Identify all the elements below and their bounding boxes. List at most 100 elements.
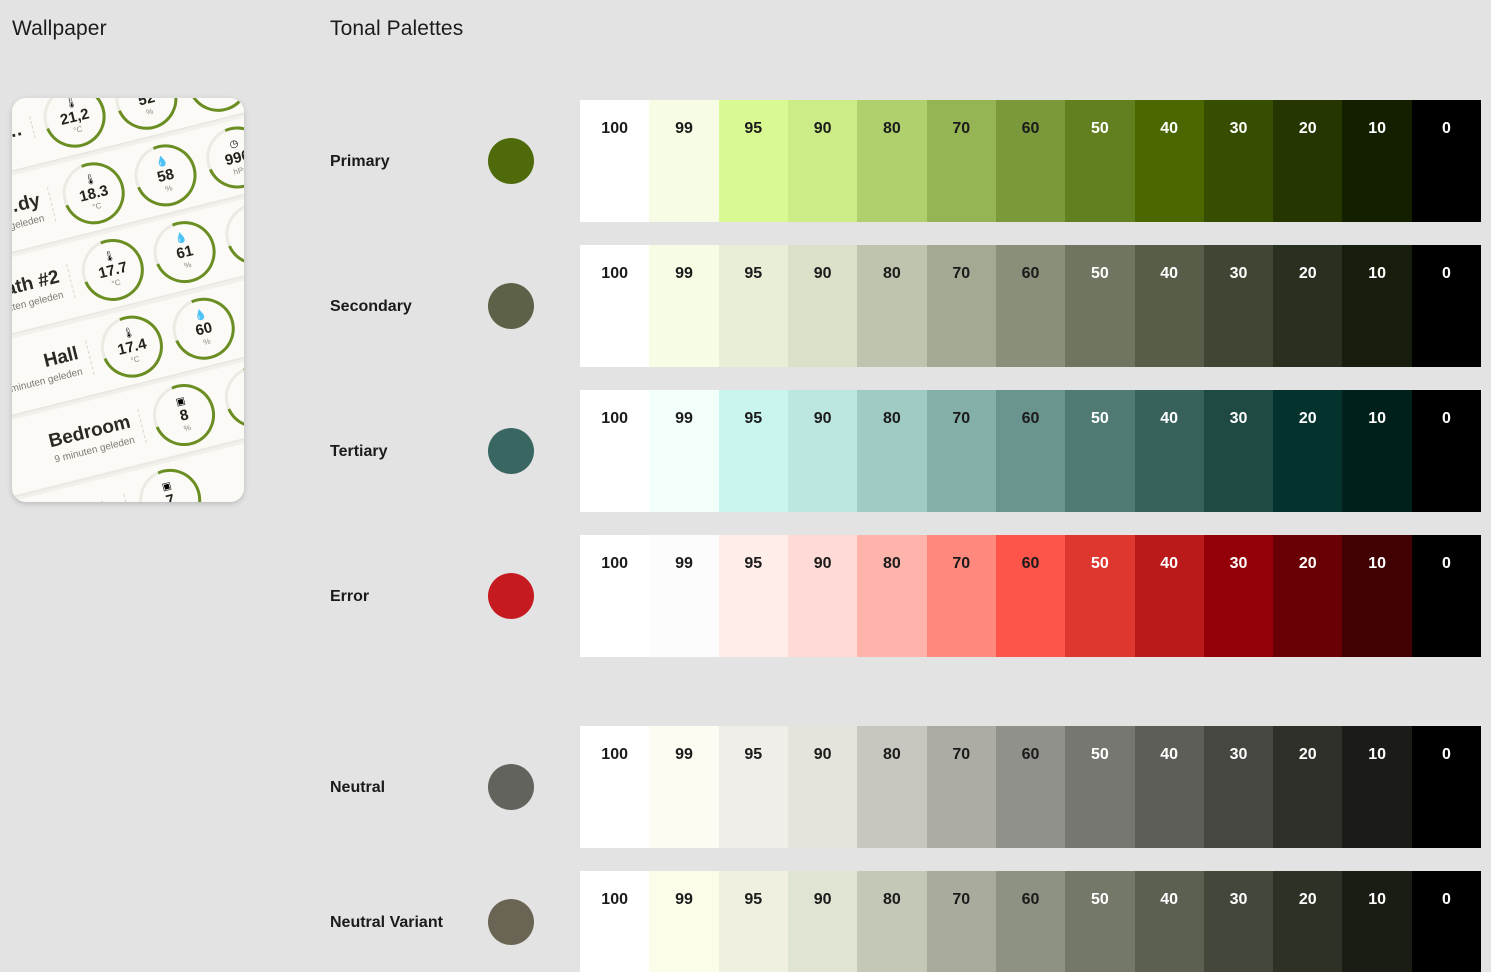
gauge-unit: °C (91, 200, 103, 212)
swatch-tone-100[interactable]: 100 (580, 535, 650, 657)
swatch-tone-100[interactable]: 100 (580, 871, 650, 972)
swatch-tone-10[interactable]: 10 (1342, 100, 1412, 222)
wallpaper-thumbnail[interactable]: ☻ 16AQI (12, 98, 244, 502)
swatch-tone-10[interactable]: 10 (1342, 726, 1412, 848)
swatch-tone-40[interactable]: 40 (1134, 100, 1204, 222)
swatch-tone-60[interactable]: 60 (995, 726, 1066, 848)
swatch-tone-60[interactable]: 60 (995, 100, 1066, 222)
swatch-tone-20[interactable]: 20 (1273, 535, 1343, 657)
swatch-tone-90[interactable]: 90 (787, 390, 858, 512)
swatch-tone-80[interactable]: 80 (857, 871, 927, 972)
swatch-tone-95[interactable]: 95 (718, 535, 788, 657)
swatch-tone-label: 90 (813, 555, 832, 572)
swatch-tone-90[interactable]: 90 (787, 535, 858, 657)
swatch-tone-0[interactable]: 0 (1411, 871, 1481, 972)
swatch-tone-80[interactable]: 80 (857, 390, 927, 512)
swatch-tone-95[interactable]: 95 (718, 726, 788, 848)
swatch-tone-20[interactable]: 20 (1273, 871, 1343, 972)
swatch-tone-10[interactable]: 10 (1342, 871, 1412, 972)
swatch-tone-40[interactable]: 40 (1134, 871, 1204, 972)
swatch-tone-50[interactable]: 50 (1065, 535, 1135, 657)
swatch-tone-30[interactable]: 30 (1203, 535, 1274, 657)
palette-key-color-dot[interactable] (488, 573, 534, 619)
swatch-tone-100[interactable]: 100 (580, 100, 650, 222)
swatch-tone-label: 30 (1229, 265, 1248, 282)
swatch-tone-30[interactable]: 30 (1203, 245, 1274, 367)
swatch-tone-99[interactable]: 99 (649, 390, 719, 512)
swatch-tone-99[interactable]: 99 (649, 100, 719, 222)
palette-key-color-dot[interactable] (488, 428, 534, 474)
swatch-tone-80[interactable]: 80 (857, 726, 927, 848)
swatch-tone-40[interactable]: 40 (1134, 390, 1204, 512)
swatch-tone-100[interactable]: 100 (580, 390, 650, 512)
swatch-tone-30[interactable]: 30 (1203, 871, 1274, 972)
swatch-tone-10[interactable]: 10 (1342, 245, 1412, 367)
swatch-tone-0[interactable]: 0 (1411, 245, 1481, 367)
palette-key-color-dot[interactable] (488, 764, 534, 810)
swatch-tone-label: 20 (1298, 746, 1317, 763)
swatch-tone-70[interactable]: 70 (926, 390, 996, 512)
swatch-tone-70[interactable]: 70 (926, 535, 996, 657)
swatch-tone-0[interactable]: 0 (1411, 535, 1481, 657)
swatch-tone-0[interactable]: 0 (1411, 726, 1481, 848)
swatch-tone-95[interactable]: 95 (718, 390, 788, 512)
palette-row-neutral-variant: Neutral Variant 100 99 95 90 80 70 60 50 40 30 20 10… (330, 871, 1481, 972)
swatch-tone-20[interactable]: 20 (1273, 726, 1343, 848)
swatch-tone-20[interactable]: 20 (1273, 245, 1343, 367)
swatch-tone-50[interactable]: 50 (1065, 726, 1135, 848)
swatch-tone-95[interactable]: 95 (718, 245, 788, 367)
swatch-tone-100[interactable]: 100 (580, 245, 650, 367)
swatch-tone-30[interactable]: 30 (1203, 100, 1274, 222)
swatch-tone-50[interactable]: 50 (1065, 100, 1135, 222)
swatch-tone-30[interactable]: 30 (1203, 726, 1274, 848)
swatch-tone-20[interactable]: 20 (1273, 390, 1343, 512)
swatch-tone-60[interactable]: 60 (995, 535, 1066, 657)
wallpaper-image-content: ☻ 16AQI (12, 98, 244, 502)
swatch-tone-80[interactable]: 80 (857, 535, 927, 657)
palette-label: Error (330, 588, 370, 605)
swatch-tone-label: 95 (744, 891, 763, 908)
swatch-tone-90[interactable]: 90 (787, 726, 858, 848)
swatch-tone-20[interactable]: 20 (1273, 100, 1343, 222)
swatch-tone-label: 100 (601, 410, 628, 427)
swatch-tone-80[interactable]: 80 (857, 100, 927, 222)
palette-swatch-strip: 100 99 95 90 80 70 60 50 40 30 20 10 0 (580, 726, 1481, 848)
swatch-tone-70[interactable]: 70 (926, 245, 996, 367)
swatch-tone-90[interactable]: 90 (787, 245, 858, 367)
swatch-tone-99[interactable]: 99 (649, 871, 719, 972)
swatch-tone-99[interactable]: 99 (649, 535, 719, 657)
swatch-tone-99[interactable]: 99 (649, 726, 719, 848)
swatch-tone-70[interactable]: 70 (926, 726, 996, 848)
swatch-tone-95[interactable]: 95 (718, 100, 788, 222)
swatch-tone-60[interactable]: 60 (995, 390, 1066, 512)
palette-key-color-dot[interactable] (488, 138, 534, 184)
swatch-tone-40[interactable]: 40 (1134, 245, 1204, 367)
swatch-tone-label: 80 (883, 120, 901, 137)
swatch-tone-10[interactable]: 10 (1342, 390, 1412, 512)
swatch-tone-50[interactable]: 50 (1065, 390, 1135, 512)
swatch-tone-10[interactable]: 10 (1342, 535, 1412, 657)
swatch-tone-70[interactable]: 70 (926, 871, 996, 972)
swatch-tone-label: 10 (1368, 265, 1386, 282)
swatch-tone-label: 30 (1229, 891, 1248, 908)
swatch-tone-30[interactable]: 30 (1203, 390, 1274, 512)
swatch-tone-70[interactable]: 70 (926, 100, 996, 222)
swatch-tone-100[interactable]: 100 (580, 726, 650, 848)
swatch-tone-60[interactable]: 60 (995, 245, 1066, 367)
swatch-tone-90[interactable]: 90 (787, 100, 858, 222)
swatch-tone-99[interactable]: 99 (649, 245, 719, 367)
swatch-tone-90[interactable]: 90 (787, 871, 858, 972)
swatch-tone-50[interactable]: 50 (1065, 245, 1135, 367)
palette-key-color-dot[interactable] (488, 898, 534, 945)
swatch-tone-0[interactable]: 0 (1411, 390, 1481, 512)
swatch-tone-40[interactable]: 40 (1134, 726, 1204, 848)
swatch-tone-95[interactable]: 95 (718, 871, 788, 972)
swatch-tone-60[interactable]: 60 (995, 871, 1066, 972)
swatch-tone-80[interactable]: 80 (857, 245, 927, 367)
swatch-tone-50[interactable]: 50 (1065, 871, 1135, 972)
swatch-tone-label: 0 (1441, 891, 1451, 908)
gauge-value: 992 (242, 223, 244, 246)
swatch-tone-0[interactable]: 0 (1411, 100, 1481, 222)
palette-key-color-dot[interactable] (488, 283, 534, 329)
swatch-tone-40[interactable]: 40 (1134, 535, 1204, 657)
